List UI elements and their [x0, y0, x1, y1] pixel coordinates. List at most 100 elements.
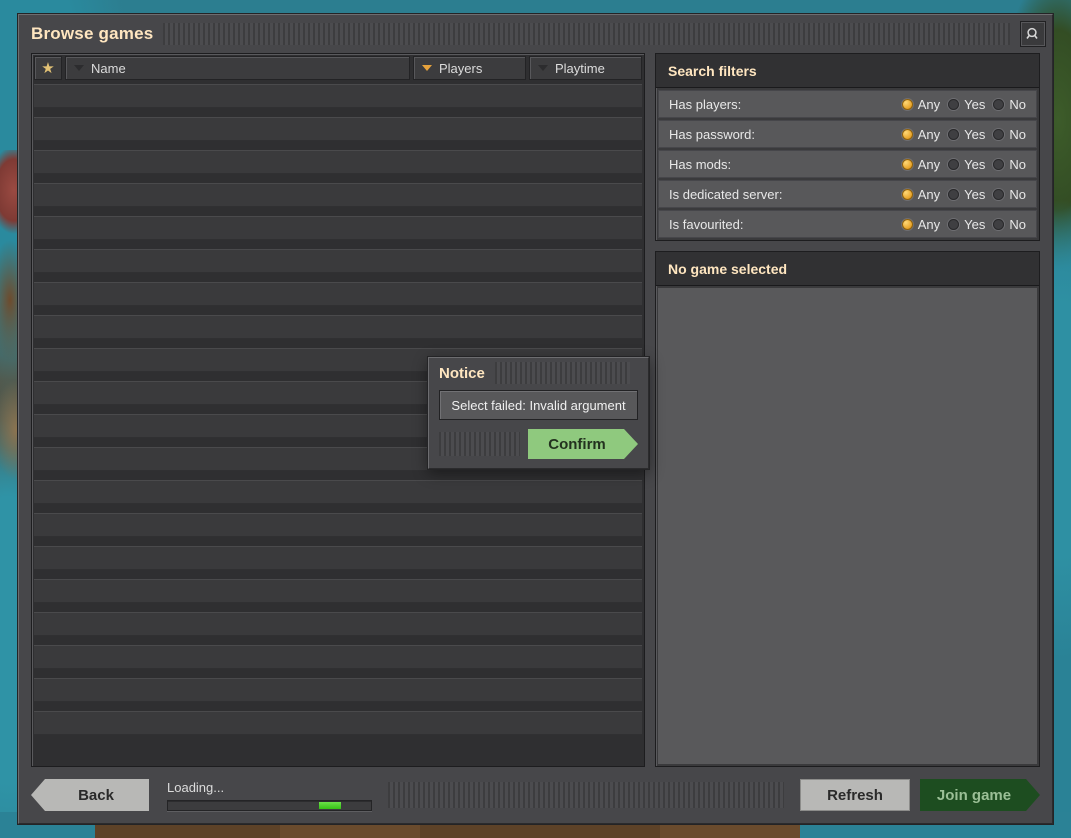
radio-label: No [1009, 126, 1026, 142]
refresh-button[interactable]: Refresh [800, 779, 910, 811]
star-icon: ★ [41, 59, 55, 77]
list-item[interactable] [34, 216, 642, 240]
search-button[interactable] [1020, 21, 1046, 47]
radio-has-password-yes[interactable]: Yes [948, 127, 985, 142]
column-header-players[interactable]: Players [413, 56, 526, 80]
filter-row-has-password: Has password: Any Yes No [658, 120, 1037, 148]
radio-dot-icon [901, 98, 913, 110]
filter-row-has-players: Has players: Any Yes No [658, 90, 1037, 118]
list-item[interactable] [34, 183, 642, 207]
column-header-favourite[interactable]: ★ [34, 56, 62, 80]
radio-label: Yes [964, 216, 986, 232]
game-detail-body [658, 288, 1037, 764]
window-drag-handle[interactable] [163, 23, 1010, 45]
radio-dot-icon [948, 188, 960, 200]
window-titlebar: Browse games [19, 15, 1052, 53]
column-header-name[interactable]: Name [65, 56, 410, 80]
column-header-playtime[interactable]: Playtime [529, 56, 642, 80]
filter-label: Is favourited: [669, 216, 744, 232]
list-item[interactable] [34, 150, 642, 174]
list-item[interactable] [34, 612, 642, 636]
page-title: Browse games [31, 24, 154, 43]
radio-is-favourited-yes[interactable]: Yes [948, 217, 985, 232]
radio-is-favourited-any[interactable]: Any [901, 217, 940, 232]
filter-label: Has password: [669, 126, 755, 142]
radio-dot-icon [993, 158, 1005, 170]
radio-label: Any [917, 126, 941, 142]
radio-label: Any [917, 96, 941, 112]
notice-dialog-title: Notice [439, 364, 485, 382]
game-detail-title: No game selected [668, 260, 788, 277]
radio-has-password-no[interactable]: No [993, 127, 1026, 142]
search-filters-title: Search filters [668, 62, 757, 79]
radio-dot-icon [993, 218, 1005, 230]
radio-dot-icon [901, 188, 913, 200]
list-item[interactable] [34, 480, 642, 504]
join-game-button[interactable]: Join game [920, 779, 1040, 811]
list-item[interactable] [34, 678, 642, 702]
list-item[interactable] [34, 513, 642, 537]
radio-dot-icon [901, 218, 913, 230]
radio-is-dedicated-server-no[interactable]: No [993, 187, 1026, 202]
radio-label: Yes [964, 96, 986, 112]
radio-has-mods-any[interactable]: Any [901, 156, 941, 172]
radio-has-mods-yes[interactable]: Yes [948, 157, 985, 172]
radio-group-is-favourited: Any Yes No [901, 217, 1026, 232]
column-header-players-label: Players [439, 60, 483, 76]
back-button[interactable]: Back [31, 779, 149, 811]
radio-has-players-any[interactable]: Any [901, 96, 941, 112]
footer-drag-handle[interactable] [388, 782, 784, 808]
radio-label: Any [917, 156, 941, 172]
column-header-name-label: Name [91, 60, 126, 76]
radio-is-dedicated-server-any[interactable]: Any [901, 187, 940, 202]
filter-row-has-mods: Has mods: Any Yes No [658, 150, 1037, 178]
radio-is-dedicated-server-yes[interactable]: Yes [948, 187, 985, 202]
game-detail-panel: No game selected [655, 251, 1040, 767]
chevron-down-icon [422, 65, 432, 71]
chevron-down-icon [538, 65, 548, 71]
list-item[interactable] [34, 315, 642, 339]
radio-has-players-yes[interactable]: Yes [948, 97, 985, 112]
radio-label: Yes [964, 126, 986, 142]
list-item[interactable] [34, 546, 642, 570]
search-filters-header: Search filters [656, 54, 1039, 88]
radio-label: No [1009, 216, 1026, 232]
radio-label: No [1009, 156, 1026, 172]
radio-is-favourited-no[interactable]: No [993, 217, 1026, 232]
loading-progress-area: Loading... [167, 780, 372, 811]
radio-label: Yes [964, 186, 986, 202]
list-item[interactable] [34, 282, 642, 306]
radio-dot-icon [993, 128, 1005, 140]
radio-has-password-any[interactable]: Any [901, 126, 941, 142]
confirm-button[interactable]: Confirm [528, 429, 638, 459]
radio-label: Yes [964, 156, 986, 172]
list-item[interactable] [34, 249, 642, 273]
radio-dot-icon [901, 158, 913, 170]
filter-row-is-dedicated-server: Is dedicated server: Any Yes No [658, 180, 1037, 208]
notice-dialog-message: Select failed: Invalid argument [439, 390, 638, 420]
loading-status-text: Loading... [167, 779, 225, 795]
list-item[interactable] [34, 711, 642, 735]
side-column: Search filters Has players: Any Yes No H… [655, 53, 1040, 767]
progress-bar [167, 799, 372, 811]
radio-group-has-password: Any Yes No [901, 126, 1026, 142]
list-item[interactable] [34, 117, 642, 141]
notice-drag-handle[interactable] [494, 362, 630, 384]
notice-footer-drag-handle[interactable] [439, 432, 520, 456]
list-item[interactable] [34, 84, 642, 108]
list-item[interactable] [34, 645, 642, 669]
radio-group-has-players: Any Yes No [901, 96, 1026, 112]
search-filters-body: Has players: Any Yes No Has password: An… [656, 88, 1039, 240]
search-icon [1025, 27, 1038, 39]
radio-has-mods-no[interactable]: No [993, 157, 1026, 172]
list-item[interactable] [34, 579, 642, 603]
radio-has-players-no[interactable]: No [993, 97, 1026, 112]
notice-dialog: Notice Select failed: Invalid argument C… [428, 357, 649, 469]
radio-dot-icon [993, 98, 1005, 110]
progress-bar-fill [318, 801, 341, 809]
filter-row-is-favourited: Is favourited: Any Yes No [658, 210, 1037, 238]
radio-dot-icon [948, 158, 960, 170]
column-header-playtime-label: Playtime [555, 60, 605, 76]
radio-label: No [1009, 96, 1026, 112]
notice-dialog-header: Notice [429, 358, 648, 388]
